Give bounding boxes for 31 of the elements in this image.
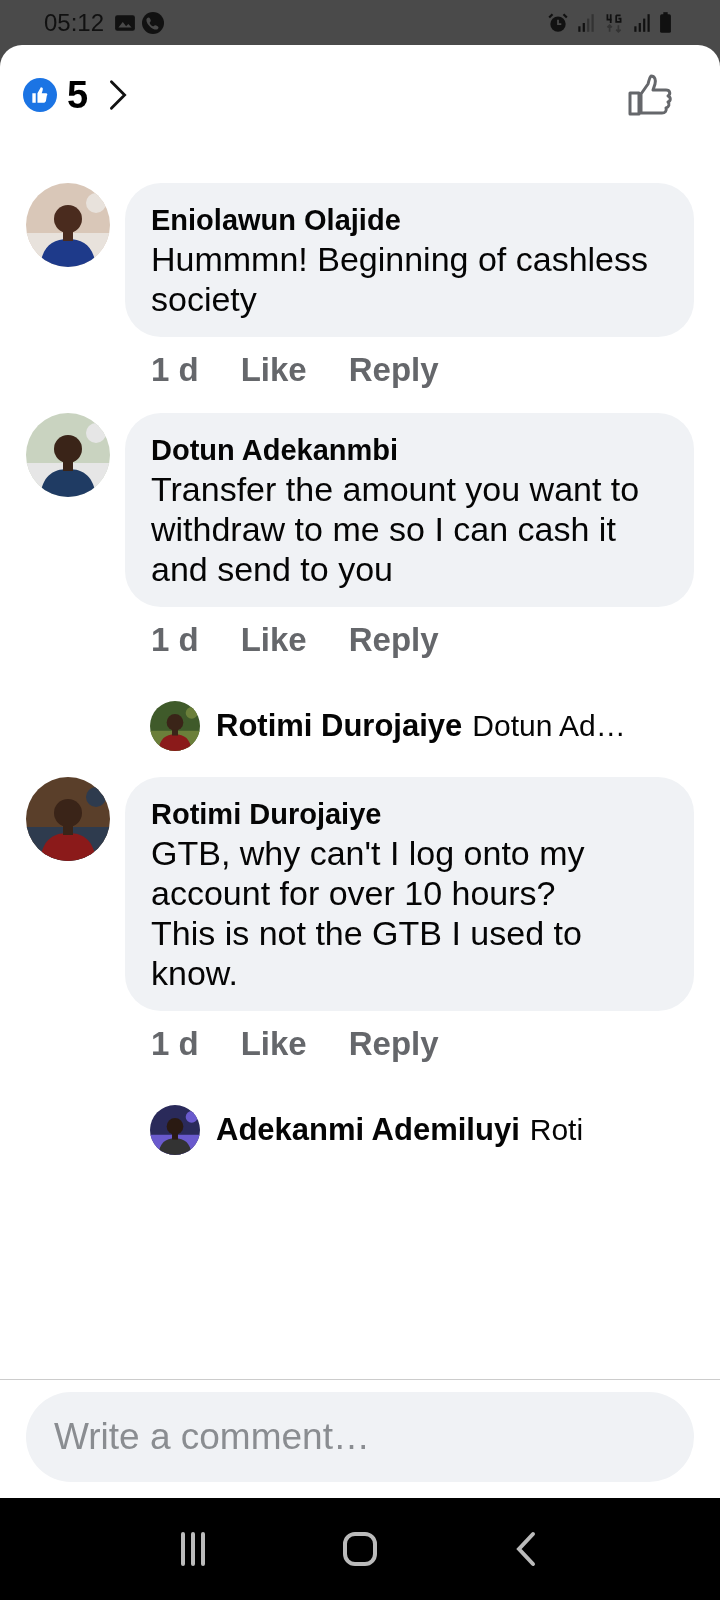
thumbs-up-icon[interactable] xyxy=(628,74,674,116)
status-time: 05:12 xyxy=(44,8,105,37)
chevron-right-icon[interactable] xyxy=(108,79,129,111)
signal-icon xyxy=(631,11,653,34)
author-name[interactable]: Dotun Adekanmbi xyxy=(151,431,668,469)
comment-time: 1 d xyxy=(151,621,199,659)
comment-time: 1 d xyxy=(151,351,199,389)
reply-author[interactable]: Adekanmi Ademiluyi xyxy=(216,1112,520,1148)
reply-snippet: Roti xyxy=(529,1113,584,1147)
action-link[interactable]: Like xyxy=(240,621,307,659)
action-link[interactable]: Reply xyxy=(348,1025,439,1063)
like-icon xyxy=(23,78,57,112)
action-link[interactable]: Like xyxy=(240,1025,307,1063)
action-link[interactable]: Like xyxy=(240,351,307,389)
comment-text: Hummmn! Beginning of cashless society xyxy=(151,239,649,319)
action-link[interactable]: Reply xyxy=(348,621,439,659)
comment-text: GTB, why can't I log onto my account for over 10 hours? This is not the GTB I used to know. xyxy=(151,833,586,993)
author-name[interactable]: Eniolawun Olajide xyxy=(151,201,668,239)
battery-icon xyxy=(659,11,672,34)
comment-time: 1 d xyxy=(151,1025,199,1063)
phone-icon xyxy=(142,11,165,34)
reply-snippet: Dotun Ad… xyxy=(472,709,626,743)
signal-icon xyxy=(575,11,597,34)
reply-author[interactable]: Rotimi Durojaiye xyxy=(216,708,463,744)
author-name[interactable]: Rotimi Durojaiye xyxy=(151,795,668,833)
alarm-icon xyxy=(547,11,569,34)
comment-input[interactable]: Write a comment… xyxy=(26,1392,694,1482)
comment-text: Transfer the amount you want to withdraw to me so I can cash it and send to you xyxy=(151,469,641,589)
home-icon[interactable] xyxy=(342,1531,378,1567)
action-link[interactable]: Reply xyxy=(348,351,439,389)
reaction-count[interactable]: 5 xyxy=(67,73,89,117)
